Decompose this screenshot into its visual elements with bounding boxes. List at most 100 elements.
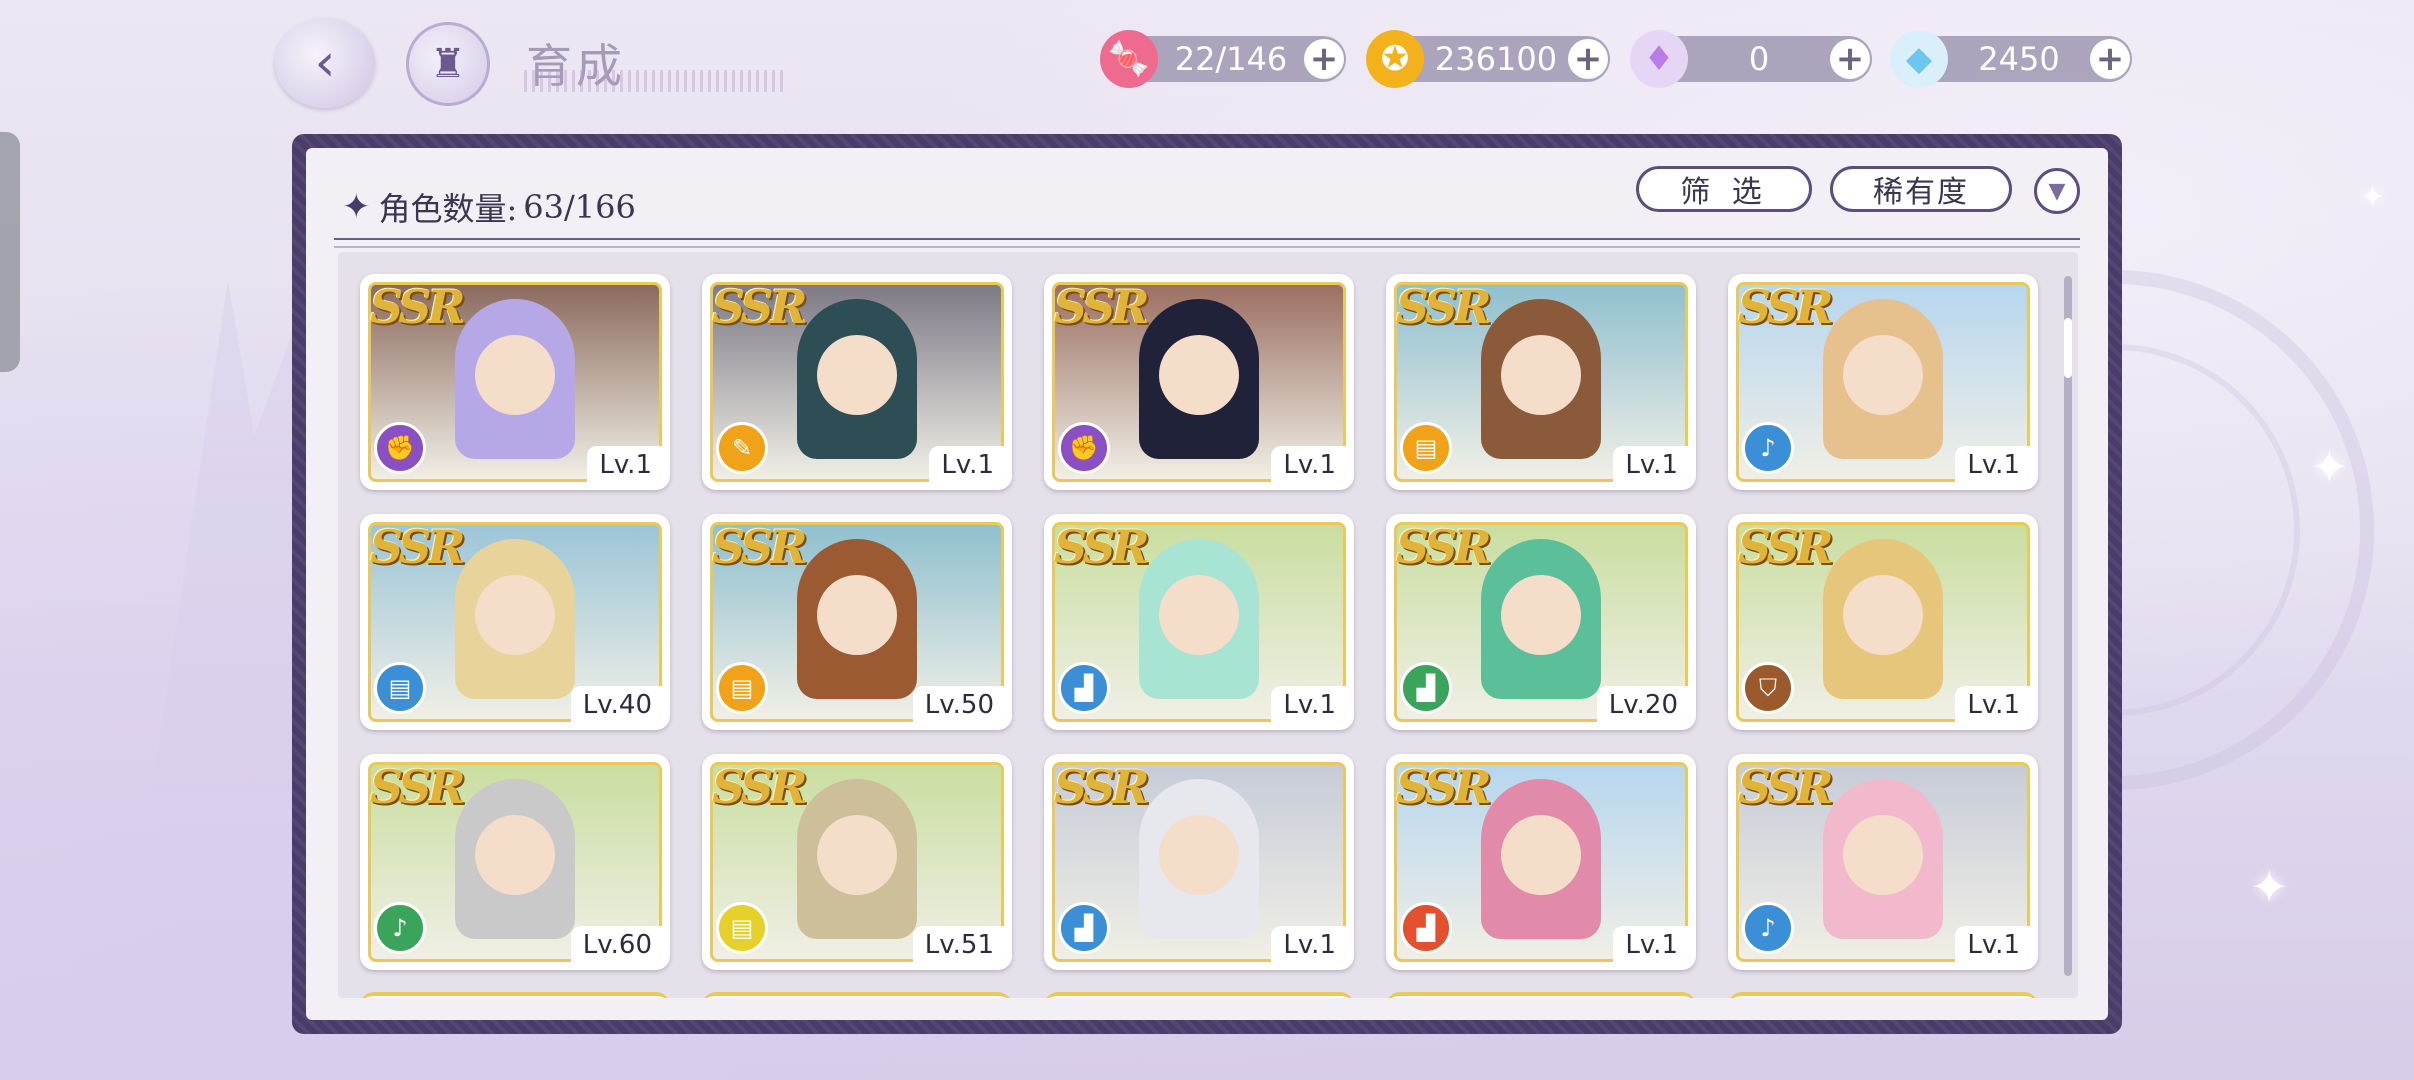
character-card-partial[interactable]: [702, 992, 1012, 998]
character-card[interactable]: SSR ▤ Lv.40: [360, 514, 670, 730]
scrollbar-track[interactable]: [2064, 276, 2072, 976]
level-label: Lv.50: [912, 686, 1004, 722]
character-figure: [797, 539, 917, 699]
book-icon: ▤: [716, 902, 768, 954]
rarity-badge: SSR: [1054, 520, 1150, 574]
sort-rarity-button[interactable]: 稀有度: [1830, 166, 2012, 212]
sort-order-toggle[interactable]: ▼: [2034, 168, 2080, 214]
stamina-resource: 🍬 22/146 +: [1100, 30, 1346, 88]
rarity-badge: SSR: [1738, 760, 1834, 814]
level-label: Lv.51: [912, 926, 1004, 962]
character-figure: [797, 779, 917, 939]
character-card[interactable]: SSR ♪ Lv.1: [1728, 274, 2038, 490]
level-label: Lv.1: [1955, 446, 2030, 482]
rarity-badge: SSR: [370, 280, 466, 334]
boot-icon: ▟: [1058, 662, 1110, 714]
scrollbar-thumb[interactable]: [2064, 318, 2072, 378]
add-diamond-button[interactable]: +: [2090, 39, 2130, 79]
character-figure: [1823, 539, 1943, 699]
character-grid[interactable]: SSR ✊ Lv.1 SSR ✎ Lv.1 SSR ✊ Lv.1 SSR ▤ Lv.1 SSR ♪ Lv.1…: [338, 252, 2078, 998]
diamond-resource: ◆ 2450 +: [1890, 30, 2132, 88]
add-stamina-button[interactable]: +: [1304, 39, 1344, 79]
character-card[interactable]: SSR ▤ Lv.1: [1386, 274, 1696, 490]
level-label: Lv.1: [929, 446, 1004, 482]
level-label: Lv.40: [570, 686, 662, 722]
rarity-badge: SSR: [1738, 280, 1834, 334]
rarity-badge: SSR: [370, 760, 466, 814]
rarity-badge: SSR: [1054, 280, 1150, 334]
level-label: Lv.1: [587, 446, 662, 482]
filter-button[interactable]: 筛 选: [1636, 166, 1812, 212]
rarity-badge: SSR: [1054, 760, 1150, 814]
level-label: Lv.1: [1271, 926, 1346, 962]
character-card[interactable]: SSR ▟ Lv.20: [1386, 514, 1696, 730]
side-drawer-handle[interactable]: [0, 132, 20, 372]
coin-icon: ✪: [1366, 30, 1424, 88]
rarity-badge: SSR: [1396, 280, 1492, 334]
boot-icon: ▟: [1400, 662, 1452, 714]
gold-resource: ✪ 236100 +: [1366, 30, 1610, 88]
level-label: Lv.1: [1955, 926, 2030, 962]
pen-icon: ✎: [716, 422, 768, 474]
header-divider: [334, 238, 2080, 248]
character-figure: [1481, 779, 1601, 939]
character-card[interactable]: SSR ▟ Lv.1: [1386, 754, 1696, 970]
character-card[interactable]: SSR ▤ Lv.50: [702, 514, 1012, 730]
character-card[interactable]: SSR ▟ Lv.1: [1044, 754, 1354, 970]
character-card[interactable]: SSR ♪ Lv.60: [360, 754, 670, 970]
character-figure: [455, 779, 575, 939]
rarity-badge: SSR: [1396, 760, 1492, 814]
character-card-partial[interactable]: [360, 992, 670, 998]
fist-icon: ✊: [1058, 422, 1110, 474]
level-label: Lv.1: [1271, 686, 1346, 722]
roster-panel: ✦ 角色数量: 63/166 筛 选 稀有度 ▼ SSR ✊ Lv.1 SSR ✎ Lv.…: [292, 134, 2122, 1034]
add-rainbow-gem-button[interactable]: +: [1830, 39, 1870, 79]
character-card[interactable]: SSR ▤ Lv.51: [702, 754, 1012, 970]
microphone-icon: ♪: [1742, 422, 1794, 474]
castle-icon: ♜: [430, 41, 466, 87]
character-card-partial[interactable]: [1728, 992, 2038, 998]
character-card-partial[interactable]: [1386, 992, 1696, 998]
character-card[interactable]: SSR ✊ Lv.1: [360, 274, 670, 490]
rainbow-gem-icon: ♦: [1630, 30, 1688, 88]
rarity-badge: SSR: [370, 520, 466, 574]
character-card[interactable]: SSR ✎ Lv.1: [702, 274, 1012, 490]
character-card[interactable]: SSR ✊ Lv.1: [1044, 274, 1354, 490]
book-icon: ▤: [716, 662, 768, 714]
add-gold-button[interactable]: +: [1568, 39, 1608, 79]
microphone-icon: ♪: [374, 902, 426, 954]
sparkle-icon: ✦: [2250, 860, 2289, 914]
sparkle-icon: ✦: [342, 187, 371, 227]
level-label: Lv.1: [1613, 446, 1688, 482]
character-figure: [455, 299, 575, 459]
character-card[interactable]: SSR ⛉ Lv.1: [1728, 514, 2038, 730]
character-card[interactable]: SSR ♪ Lv.1: [1728, 754, 2038, 970]
diamond-icon: ◆: [1890, 30, 1948, 88]
character-count-value: 63/166: [523, 188, 636, 226]
rarity-badge: SSR: [1396, 520, 1492, 574]
level-label: Lv.1: [1613, 926, 1688, 962]
character-figure: [1139, 779, 1259, 939]
rarity-badge: SSR: [1738, 520, 1834, 574]
back-button[interactable]: ‹: [275, 18, 375, 108]
boot-icon: ▟: [1400, 902, 1452, 954]
rarity-badge: SSR: [712, 280, 808, 334]
boot-icon: ▟: [1058, 902, 1110, 954]
chevron-down-icon: ▼: [2048, 178, 2066, 204]
sparkle-icon: ✦: [2310, 440, 2349, 494]
character-card[interactable]: SSR ▟ Lv.1: [1044, 514, 1354, 730]
shield-icon: ⛉: [1742, 662, 1794, 714]
candy-icon: 🍬: [1100, 30, 1158, 88]
rarity-badge: SSR: [712, 520, 808, 574]
character-figure: [1481, 539, 1601, 699]
book-icon: ▤: [1400, 422, 1452, 474]
home-button[interactable]: ♜: [406, 22, 490, 106]
rarity-badge: SSR: [712, 760, 808, 814]
character-card-partial[interactable]: [1044, 992, 1354, 998]
character-figure: [1823, 779, 1943, 939]
level-label: Lv.20: [1596, 686, 1688, 722]
character-figure: [1139, 539, 1259, 699]
level-label: Lv.1: [1955, 686, 2030, 722]
fist-icon: ✊: [374, 422, 426, 474]
level-label: Lv.60: [570, 926, 662, 962]
